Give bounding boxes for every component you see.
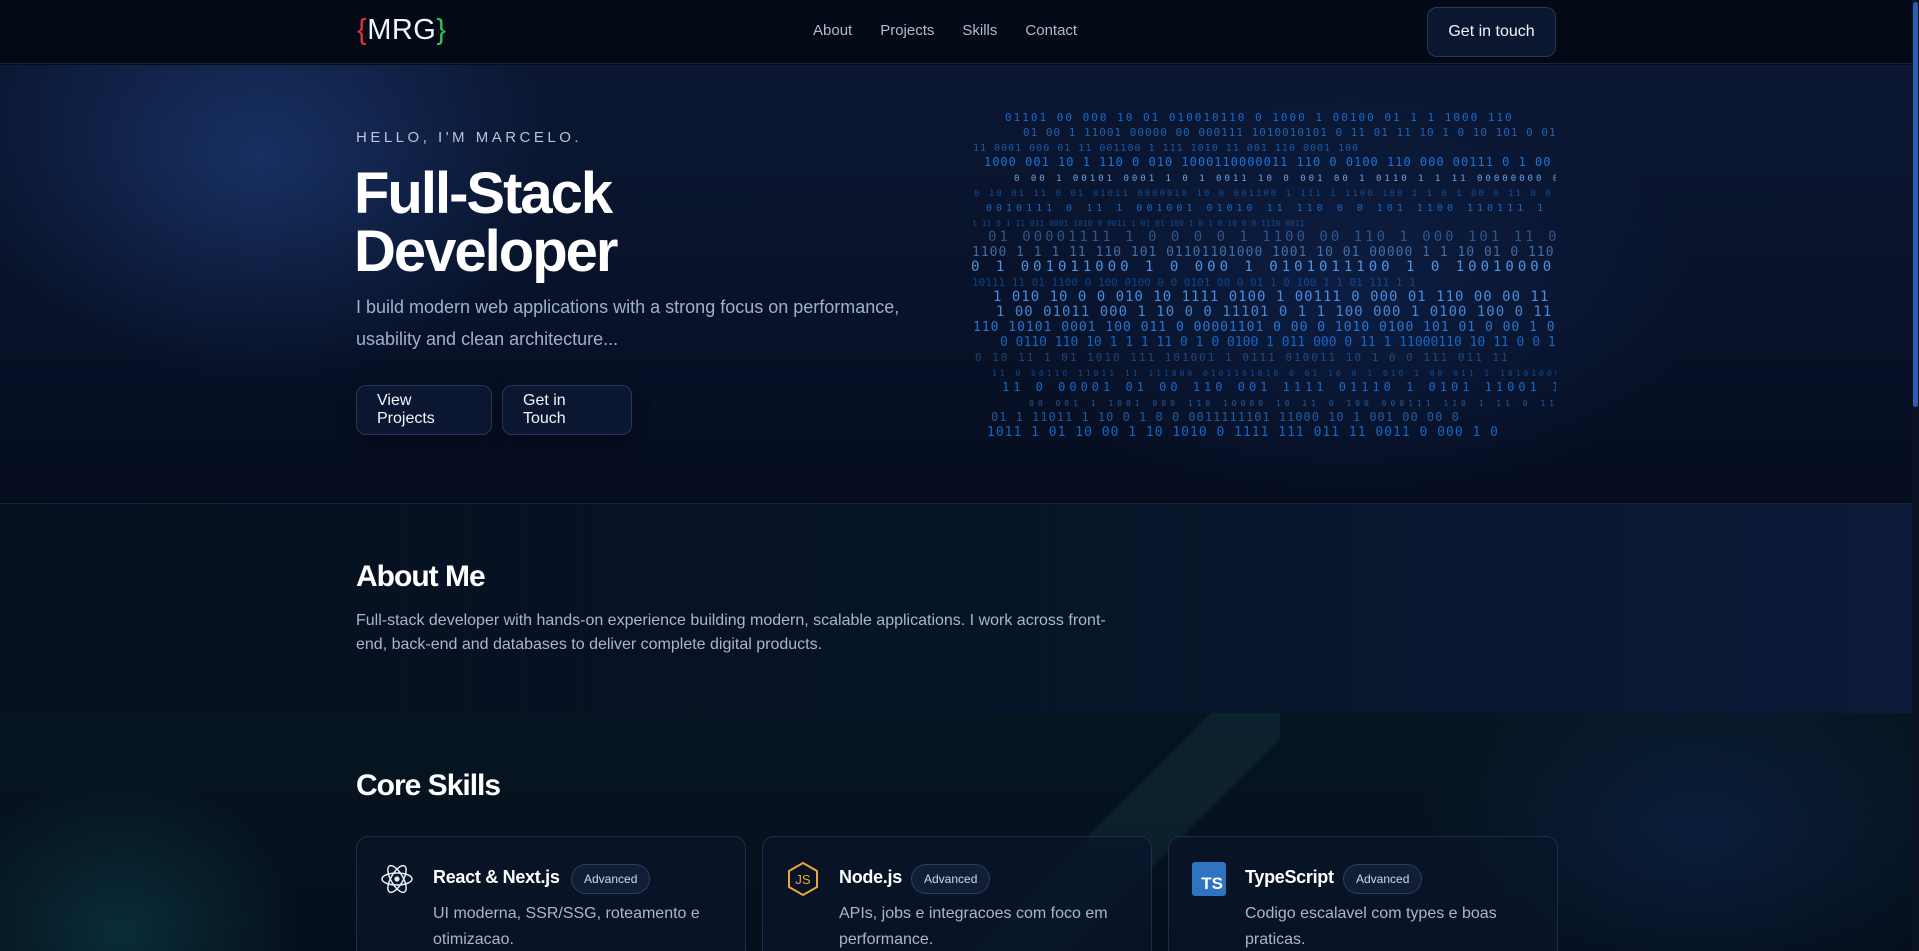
binary-row: 11 0001 000 01 11 001100 1 111 1010 11 0…: [973, 143, 1359, 154]
binary-row: 00 001 1 1001 000 110 10000 10 11 0 100 …: [1029, 399, 1556, 408]
nav-link-about[interactable]: About: [813, 22, 852, 39]
binary-row: 1 00 01011 000 1 10 0 0 11101 0 1 1 100 …: [996, 304, 1556, 320]
logo-bracket-left: {: [357, 14, 368, 46]
site-header: {MRG} About Projects Skills Contact Get …: [0, 0, 1912, 64]
hero-section: HELLO, I'M MARCELO. Full-Stack Developer…: [0, 65, 1912, 504]
logo-text: MRG: [367, 14, 437, 46]
binary-row: 10111 11 01 1100 0 100 0100 0 0 0101 00 …: [972, 276, 1416, 289]
scrollbar-thumb[interactable]: [1913, 2, 1918, 407]
skill-description: UI moderna, SSR/SSG, roteamento e otimiz…: [433, 905, 700, 948]
nav-link-contact[interactable]: Contact: [1025, 22, 1077, 39]
binary-row: 0 10 11 1 01 1010 111 101001 1 0111 0100…: [975, 351, 1510, 364]
binary-row: 0 00 1 00101 0001 1 0 1 0011 10 0 001 00…: [1014, 174, 1556, 184]
skills-title: Core Skills: [356, 769, 501, 802]
get-in-touch-header-button[interactable]: Get in touch: [1427, 7, 1556, 57]
skill-level-badge: Advanced: [911, 864, 991, 894]
binary-row: 1 11 0 1 11 011 0001 1010 0 0011 1 01 01…: [972, 219, 1305, 228]
hero-title-line-2: Developer: [354, 219, 618, 284]
binary-code-graphic: 01101 00 000 10 01 010010110 0 1000 1 00…: [971, 111, 1887, 440]
ts-icon-glyph: TS: [1192, 862, 1226, 896]
svg-text:JS: JS: [795, 872, 811, 887]
binary-row: 1011 1 01 10 00 1 10 1010 0 1111 111 011…: [987, 425, 1499, 440]
logo[interactable]: {MRG}: [357, 14, 447, 47]
skill-level-badge: Advanced: [571, 864, 651, 894]
logo-bracket-right: }: [436, 14, 447, 46]
about-text: Full-stack developer with hands-on exper…: [356, 612, 1106, 653]
binary-row: 0010111 0 11 1 001001 01010 11 110 0 0 1…: [986, 203, 1556, 214]
get-in-touch-button[interactable]: Get in Touch: [502, 385, 632, 435]
skill-name: Node.js: [839, 867, 902, 887]
about-title: About Me: [356, 560, 486, 593]
skill-card-react: React & Next.js Advanced UI moderna, SSR…: [356, 836, 746, 951]
react-icon: [379, 861, 415, 897]
js-icon: JS: [785, 861, 821, 897]
hero-title: Full-Stack Developer: [354, 165, 874, 281]
binary-row: 11 0 00110 11011 11 111000 0101101010 0 …: [992, 369, 1556, 378]
skill-name: TypeScript: [1245, 867, 1334, 887]
binary-row: 1000 001 10 1 110 0 010 1000110000011 11…: [984, 155, 1556, 169]
skill-level-badge: Advanced: [1343, 864, 1423, 894]
hero-eyebrow: HELLO, I'M MARCELO.: [356, 129, 583, 146]
binary-row: 1 010 10 0 0 010 10 1111 0100 1 00111 0 …: [993, 289, 1556, 305]
hero-title-line-1: Full-Stack: [354, 161, 613, 226]
skill-card-typescript: TS TypeScript Advanced Codigo escalavel …: [1168, 836, 1558, 951]
binary-row: 0 10 01 11 0 01 01011 0000010 10 0 00110…: [974, 189, 1556, 199]
skill-description: Codigo escalavel com types e boas pratic…: [1245, 905, 1497, 948]
skill-card-node: JS Node.js Advanced APIs, jobs e integra…: [762, 836, 1152, 951]
hero-description: I build modern web applications with a s…: [356, 297, 900, 349]
binary-row: 1100 1 1 1 11 110 101 01101101000 1001 1…: [972, 245, 1556, 260]
hero-buttons: View Projects Get in Touch: [356, 385, 632, 435]
skills-section: Core Skills React & Next.js Advanced UI: [0, 713, 1912, 951]
binary-row: 110 10101 0001 100 011 0 00001101 0 00 0…: [973, 320, 1556, 335]
nav-link-projects[interactable]: Projects: [880, 22, 934, 39]
main-nav: About Projects Skills Contact: [813, 22, 1077, 39]
skill-name: React & Next.js: [433, 867, 560, 887]
about-section: About Me Full-stack developer with hands…: [0, 504, 1912, 713]
ts-icon: TS: [1191, 861, 1227, 897]
nav-link-skills[interactable]: Skills: [962, 22, 997, 39]
binary-row: 01 00001111 1 0 0 0 0 1 1100 00 110 1 00…: [988, 229, 1556, 245]
binary-code-illustration: 01101 00 000 10 01 010010110 0 1000 1 00…: [966, 111, 1887, 443]
view-projects-button[interactable]: View Projects: [356, 385, 492, 435]
binary-row: 11 0 00001 01 00 110 001 1111 01110 1 01…: [1002, 380, 1556, 394]
binary-row: 0 0110 110 10 1 1 1 11 0 1 0 0100 1 011 …: [1000, 335, 1556, 350]
page: {MRG} About Projects Skills Contact Get …: [0, 0, 1912, 951]
skill-cards: React & Next.js Advanced UI moderna, SSR…: [356, 836, 1558, 951]
binary-row: 01 1 11011 1 10 0 1 0 0 0011111101 11000…: [991, 410, 1460, 424]
page-scrollbar[interactable]: [1912, 0, 1919, 951]
skill-description: APIs, jobs e integracoes com foco em per…: [839, 905, 1108, 948]
binary-row: 01 00 1 11001 00000 00 000111 1010010101…: [1023, 126, 1556, 139]
binary-row: 01101 00 000 10 01 010010110 0 1000 1 00…: [1005, 113, 1514, 124]
binary-row: 0 1 001011000 1 0 000 1 0101011100 1 0 1…: [971, 259, 1556, 275]
